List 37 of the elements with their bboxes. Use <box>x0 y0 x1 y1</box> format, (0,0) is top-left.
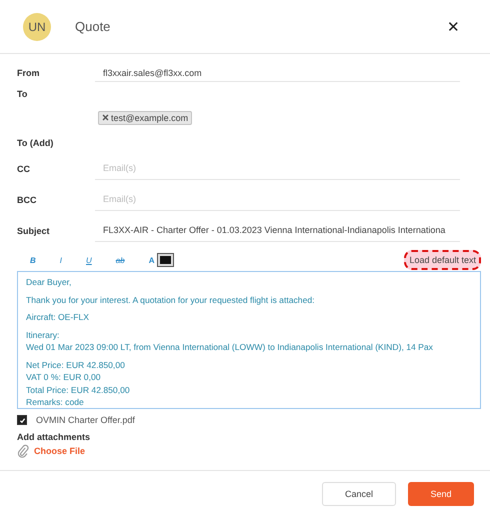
message-text: Remarks: code <box>26 396 85 408</box>
message-text: Dear Buyer, <box>26 276 72 288</box>
message-editor[interactable] <box>17 271 481 409</box>
message-text: Aircraft: OE-FLX <box>26 311 90 324</box>
field-label: BCC <box>17 194 38 204</box>
message-text: VAT 0 %: EUR 0,00 <box>26 371 102 384</box>
field-label: From <box>17 68 40 78</box>
dialog-title: Quote <box>75 19 110 34</box>
load-default-button[interactable]: Load default text <box>404 250 481 270</box>
email-chip[interactable]: test@example.com <box>98 110 192 124</box>
format-button[interactable]: U <box>86 256 92 264</box>
send-button[interactable]: Send <box>408 482 474 506</box>
remove-icon[interactable] <box>102 114 109 121</box>
message-text: Itinerary: <box>26 328 60 341</box>
message-text: Net Price: EUR 42.850,00 <box>26 358 126 371</box>
field-label: Subject <box>17 226 51 236</box>
format-button[interactable]: I <box>60 256 62 264</box>
color-swatch[interactable] <box>158 254 174 266</box>
user-avatar: UN <box>23 12 51 40</box>
text-field[interactable]: FL3XX-AIR - Charter Offer - 01.03.2023 Vienna International-Indianapolis Internationa <box>95 219 460 242</box>
format-button[interactable]: B <box>30 256 36 264</box>
message-text: Wed 01 Mar 2023 09:00 LT, from Vienna International (LOWW) to Indianapolis International (KIND), 14 Pax <box>26 341 434 354</box>
message-text: Thank you for your interest. A quotation for your requested flight is attached: <box>26 294 316 306</box>
close-button[interactable]: ✕ <box>447 18 460 36</box>
cancel-button[interactable]: Cancel <box>322 482 396 506</box>
format-button[interactable]: A <box>148 256 154 264</box>
field-label: CC <box>17 164 31 174</box>
format-button[interactable]: ab <box>116 256 125 264</box>
field-label: To <box>17 89 28 99</box>
field-label: To (Add) <box>17 138 54 148</box>
attachment-name: OVMIN Charter Offer.pdf <box>36 415 135 425</box>
choose-file-link[interactable]: Choose File <box>34 446 86 456</box>
message-text: Total Price: EUR 42.850,00 <box>26 384 131 396</box>
text-field[interactable]: fl3xxair.sales@fl3xx.com <box>95 64 460 82</box>
attachment-checkbox[interactable] <box>17 415 27 425</box>
section-label: Add attachments <box>16 431 92 442</box>
paperclip-icon <box>17 444 29 458</box>
